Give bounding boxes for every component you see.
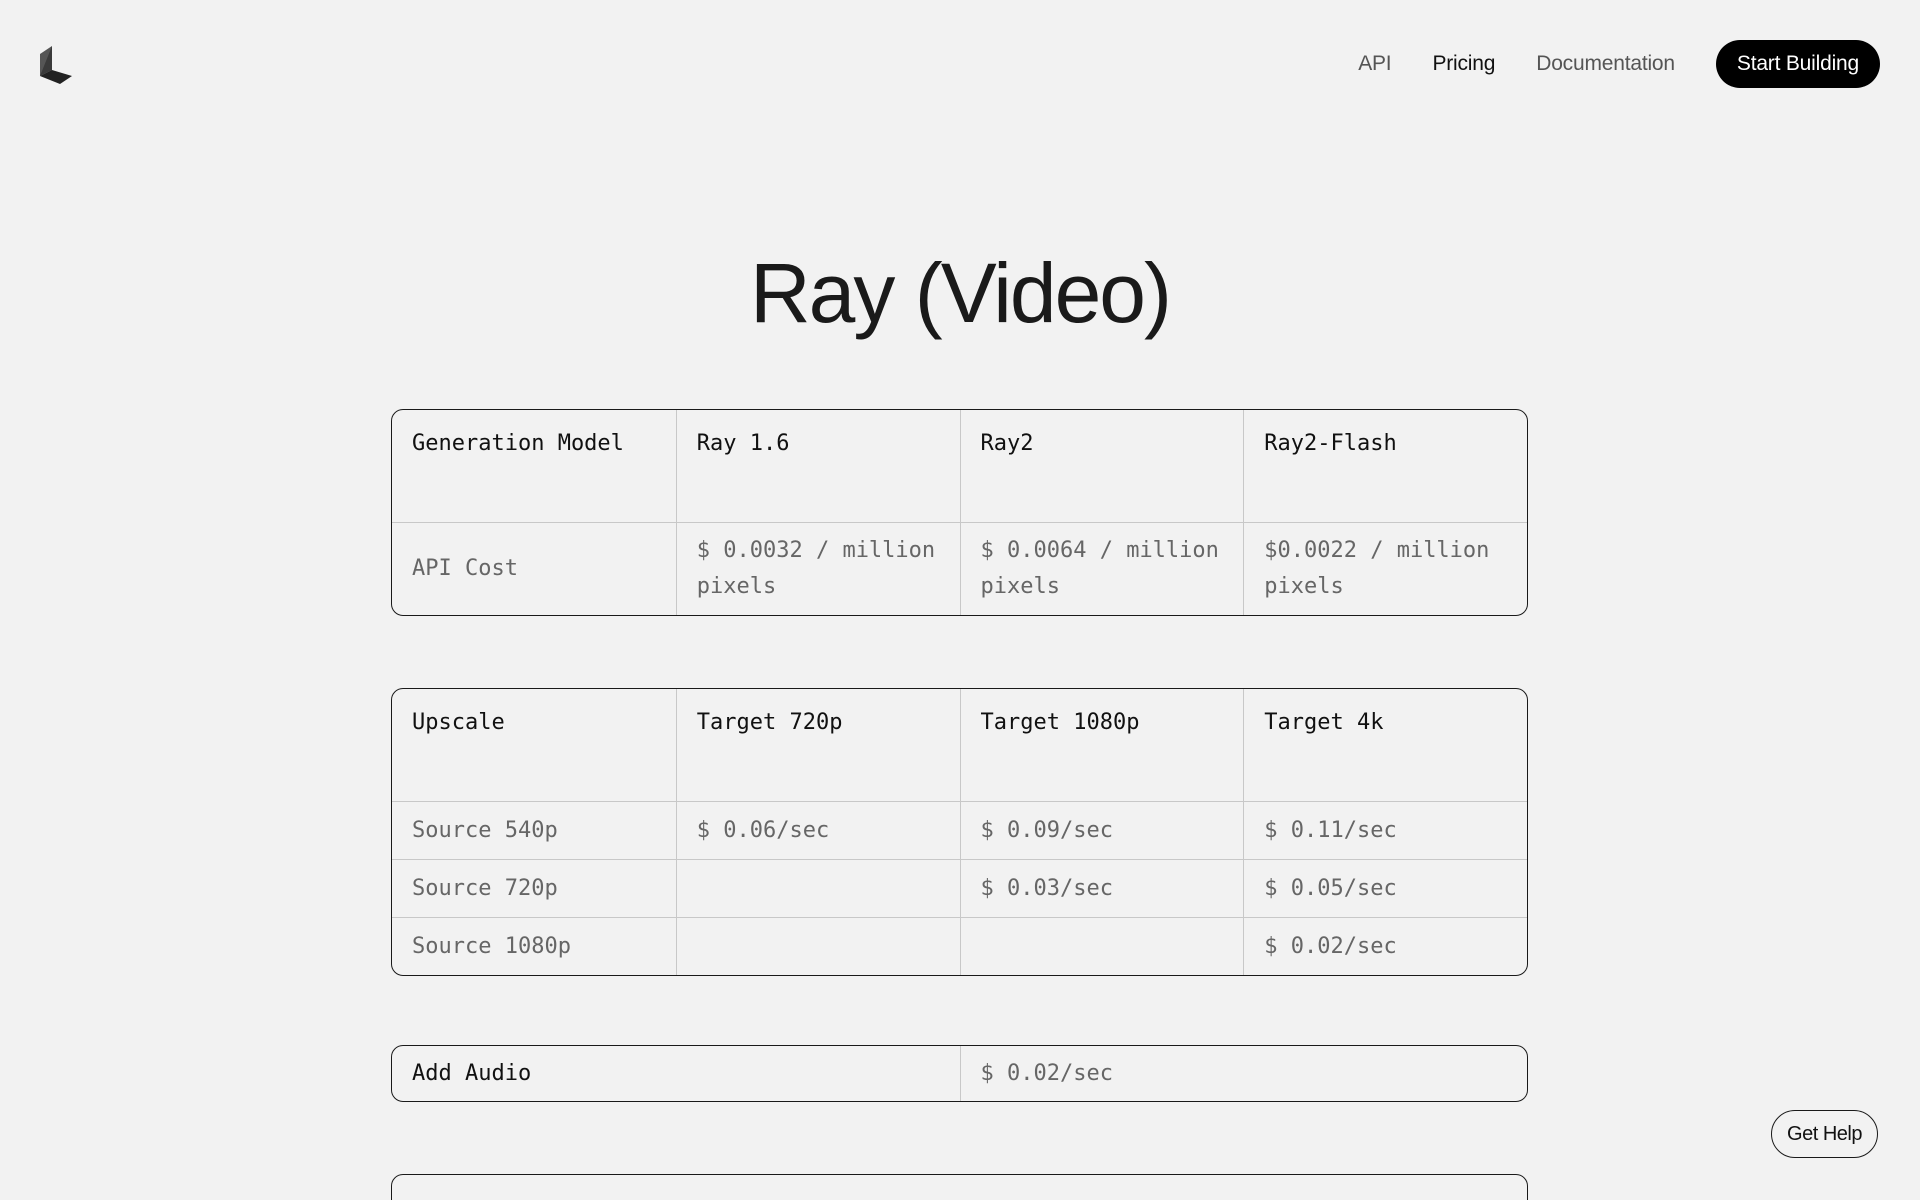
top-nav: API Pricing Documentation Start Building	[1358, 40, 1880, 88]
header-cell: Target 4k	[1243, 689, 1527, 801]
header-cell: Upscale	[412, 710, 505, 735]
price-cell: $ 0.11/sec	[1243, 802, 1527, 859]
nav-documentation-link[interactable]: Documentation	[1536, 52, 1675, 76]
nav-api-link[interactable]: API	[1358, 52, 1391, 76]
luma-logo-icon[interactable]	[38, 46, 74, 84]
page-title: Ray (Video)	[750, 246, 1172, 340]
audio-pricing-table: Add Audio $ 0.02/sec	[391, 1045, 1528, 1102]
start-building-button[interactable]: Start Building	[1715, 40, 1880, 88]
table-header-row: Upscale Target 720p Target 1080p Target …	[392, 689, 1527, 801]
price-cell: $0.0022 / million pixels	[1243, 523, 1527, 615]
upscale-pricing-table: Upscale Target 720p Target 1080p Target …	[391, 688, 1528, 976]
price-cell: $ 0.02/sec	[959, 1046, 1528, 1101]
table-row: Source 720p $ 0.03/sec $ 0.05/sec	[392, 859, 1527, 917]
price-cell: $ 0.05/sec	[1243, 860, 1527, 917]
table-row: Source 1080p $ 0.02/sec	[392, 917, 1527, 975]
get-help-button[interactable]: Get Help	[1771, 1110, 1878, 1158]
price-cell	[959, 918, 1244, 975]
pricing-page: API Pricing Documentation Start Building…	[0, 0, 1920, 1200]
price-cell: $ 0.0032 / million pixels	[675, 523, 960, 615]
table-row: API Cost $ 0.0032 / million pixels $ 0.0…	[392, 522, 1527, 615]
price-cell: $ 0.06/sec	[675, 802, 960, 859]
generation-pricing-table: Generation Model Ray 1.6 Ray2 Ray2-Flash…	[391, 409, 1528, 616]
table-header-row: Generation Model Ray 1.6 Ray2 Ray2-Flash	[392, 410, 1527, 522]
row-label-cell: API Cost	[412, 556, 518, 581]
header-cell: Generation Model	[412, 431, 624, 456]
table-row: Add Audio $ 0.02/sec	[392, 1046, 1527, 1101]
header-cell: Ray2	[959, 410, 1244, 522]
price-cell: $ 0.03/sec	[959, 860, 1244, 917]
price-cell	[675, 860, 960, 917]
row-label-cell: Add Audio	[412, 1060, 532, 1086]
price-cell	[675, 918, 960, 975]
table-row: Source 540p $ 0.06/sec $ 0.09/sec $ 0.11…	[392, 801, 1527, 859]
row-label-cell: Source 720p	[412, 875, 558, 901]
header-cell: Target 1080p	[959, 689, 1244, 801]
row-label-cell: Source 1080p	[412, 933, 571, 959]
nav-pricing-link[interactable]: Pricing	[1432, 52, 1495, 76]
next-pricing-table	[391, 1174, 1528, 1200]
header-cell: Ray 1.6	[675, 410, 960, 522]
header-cell: Target 720p	[675, 689, 960, 801]
price-cell: $ 0.02/sec	[1243, 918, 1527, 975]
header-cell: Ray2-Flash	[1243, 410, 1527, 522]
price-cell: $ 0.0064 / million pixels	[959, 523, 1244, 615]
row-label-cell: Source 540p	[412, 817, 558, 843]
price-cell: $ 0.09/sec	[959, 802, 1244, 859]
